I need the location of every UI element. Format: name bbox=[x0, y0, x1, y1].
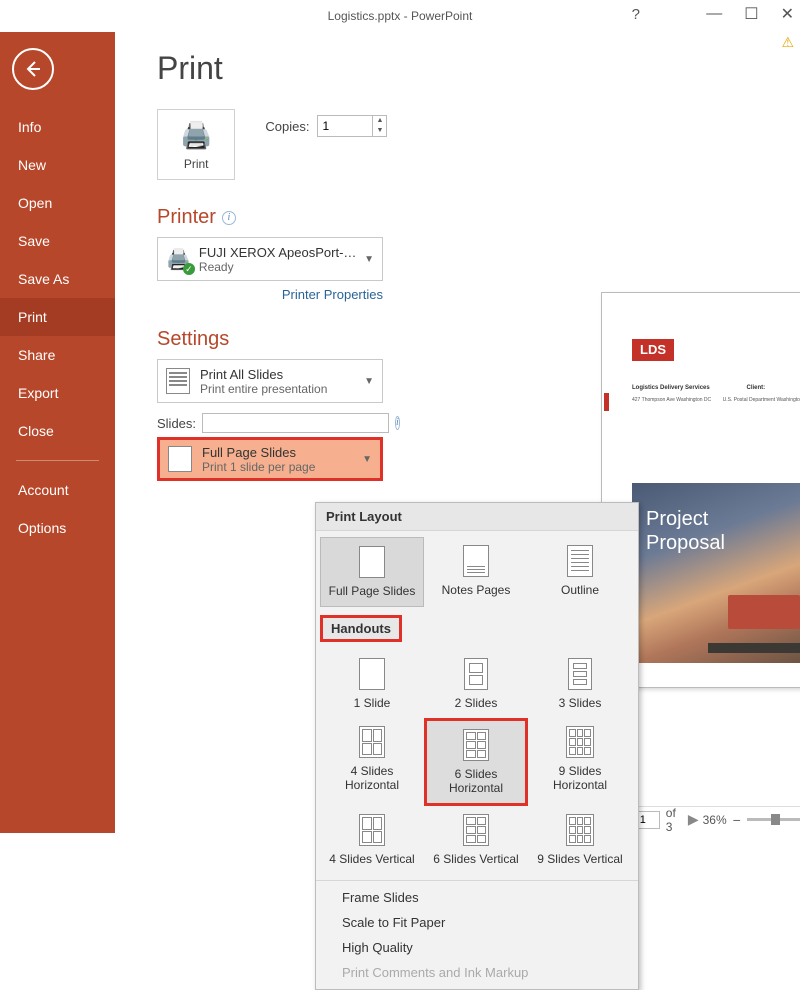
sidebar-item-new[interactable]: New bbox=[0, 146, 115, 184]
chevron-down-icon: ▼ bbox=[362, 454, 372, 465]
window-title: Logistics.pptx - PowerPoint bbox=[328, 9, 473, 23]
sidebar-item-account[interactable]: Account bbox=[0, 471, 115, 509]
backstage-sidebar: Info New Open Save Save As Print Share E… bbox=[0, 32, 115, 833]
handout-4-slides-horizontal[interactable]: 4 Slides Horizontal bbox=[320, 718, 424, 806]
slides-icon bbox=[166, 368, 190, 394]
option-high-quality[interactable]: High Quality bbox=[316, 935, 638, 960]
sidebar-item-options[interactable]: Options bbox=[0, 509, 115, 547]
layout-notes-pages[interactable]: Notes Pages bbox=[424, 537, 528, 607]
sidebar-item-saveas[interactable]: Save As bbox=[0, 260, 115, 298]
preview-hero-title: Project Proposal bbox=[646, 507, 725, 555]
copies-input[interactable] bbox=[317, 115, 373, 137]
help-icon[interactable]: ? bbox=[632, 6, 640, 23]
handout-1-slide[interactable]: 1 Slide bbox=[320, 650, 424, 718]
chevron-down-icon: ▼ bbox=[364, 254, 374, 265]
dropdown-header-printlayout: Print Layout bbox=[316, 503, 638, 531]
printer-properties-link[interactable]: Printer Properties bbox=[157, 287, 383, 302]
copies-spinner[interactable]: ▲▼ bbox=[373, 115, 387, 137]
printer-device-icon: 🖨️✓ bbox=[166, 247, 191, 272]
minimize-icon[interactable]: — bbox=[706, 5, 722, 23]
printer-status: Ready bbox=[199, 260, 364, 274]
next-page-button[interactable]: ▶ bbox=[684, 811, 703, 828]
truck-graphic bbox=[728, 591, 800, 645]
info-icon[interactable]: i bbox=[395, 416, 400, 430]
close-icon[interactable]: ✕ bbox=[781, 4, 794, 24]
print-range-selector[interactable]: Print All Slides Print entire presentati… bbox=[157, 359, 383, 403]
handout-2-slides[interactable]: 2 Slides bbox=[424, 650, 528, 718]
handout-6-slides-vertical[interactable]: 6 Slides Vertical bbox=[424, 806, 528, 874]
printer-name: FUJI XEROX ApeosPort-VI C3... bbox=[199, 245, 364, 260]
sidebar-item-print[interactable]: Print bbox=[0, 298, 115, 336]
title-bar: Logistics.pptx - PowerPoint ? — ☐ ✕ bbox=[0, 0, 800, 32]
handout-4-slides-vertical[interactable]: 4 Slides Vertical bbox=[320, 806, 424, 874]
page-count: of 3 bbox=[666, 806, 678, 834]
info-icon[interactable]: i bbox=[222, 211, 236, 225]
layout-dropdown: Print Layout Full Page Slides Notes Page… bbox=[315, 502, 639, 990]
print-button[interactable]: 🖨️ Print bbox=[157, 109, 235, 180]
printer-selector[interactable]: 🖨️✓ FUJI XEROX ApeosPort-VI C3... Ready … bbox=[157, 237, 383, 281]
back-button[interactable] bbox=[12, 48, 54, 90]
maximize-icon[interactable]: ☐ bbox=[744, 4, 758, 24]
handout-9-slides-vertical[interactable]: 9 Slides Vertical bbox=[528, 806, 632, 874]
printer-icon: 🖨️ bbox=[180, 120, 212, 151]
option-print-comments: Print Comments and Ink Markup bbox=[316, 960, 638, 985]
option-frame-slides[interactable]: Frame Slides bbox=[316, 885, 638, 910]
handout-3-slides[interactable]: 3 Slides bbox=[528, 650, 632, 718]
sidebar-item-save[interactable]: Save bbox=[0, 222, 115, 260]
page-icon bbox=[168, 446, 192, 472]
slides-label: Slides: bbox=[157, 416, 196, 431]
dropdown-header-handouts: Handouts bbox=[320, 615, 402, 642]
option-scale-to-fit[interactable]: Scale to Fit Paper bbox=[316, 910, 638, 935]
chevron-down-icon: ▼ bbox=[364, 376, 374, 387]
handout-9-slides-horizontal[interactable]: 9 Slides Horizontal bbox=[528, 718, 632, 806]
layout-full-page-slides[interactable]: Full Page Slides bbox=[320, 537, 424, 607]
preview-hero: Project Proposal bbox=[632, 483, 800, 663]
zoom-value: 36% bbox=[703, 813, 727, 827]
handout-6-slides-horizontal[interactable]: 6 Slides Horizontal bbox=[424, 718, 528, 806]
zoom-out-button[interactable]: − bbox=[733, 812, 741, 828]
zoom-slider[interactable] bbox=[747, 818, 800, 821]
sidebar-item-open[interactable]: Open bbox=[0, 184, 115, 222]
sidebar-item-export[interactable]: Export bbox=[0, 374, 115, 412]
preview-logo: LDS bbox=[632, 339, 674, 361]
layout-selector[interactable]: Full Page Slides Print 1 slide per page … bbox=[157, 437, 383, 481]
sidebar-item-info[interactable]: Info bbox=[0, 108, 115, 146]
sidebar-item-close[interactable]: Close bbox=[0, 412, 115, 450]
slides-input[interactable] bbox=[202, 413, 389, 433]
sidebar-item-share[interactable]: Share bbox=[0, 336, 115, 374]
page-title: Print bbox=[157, 50, 800, 87]
copies-label: Copies: bbox=[265, 119, 309, 134]
print-button-label: Print bbox=[180, 157, 212, 171]
layout-outline[interactable]: Outline bbox=[528, 537, 632, 607]
